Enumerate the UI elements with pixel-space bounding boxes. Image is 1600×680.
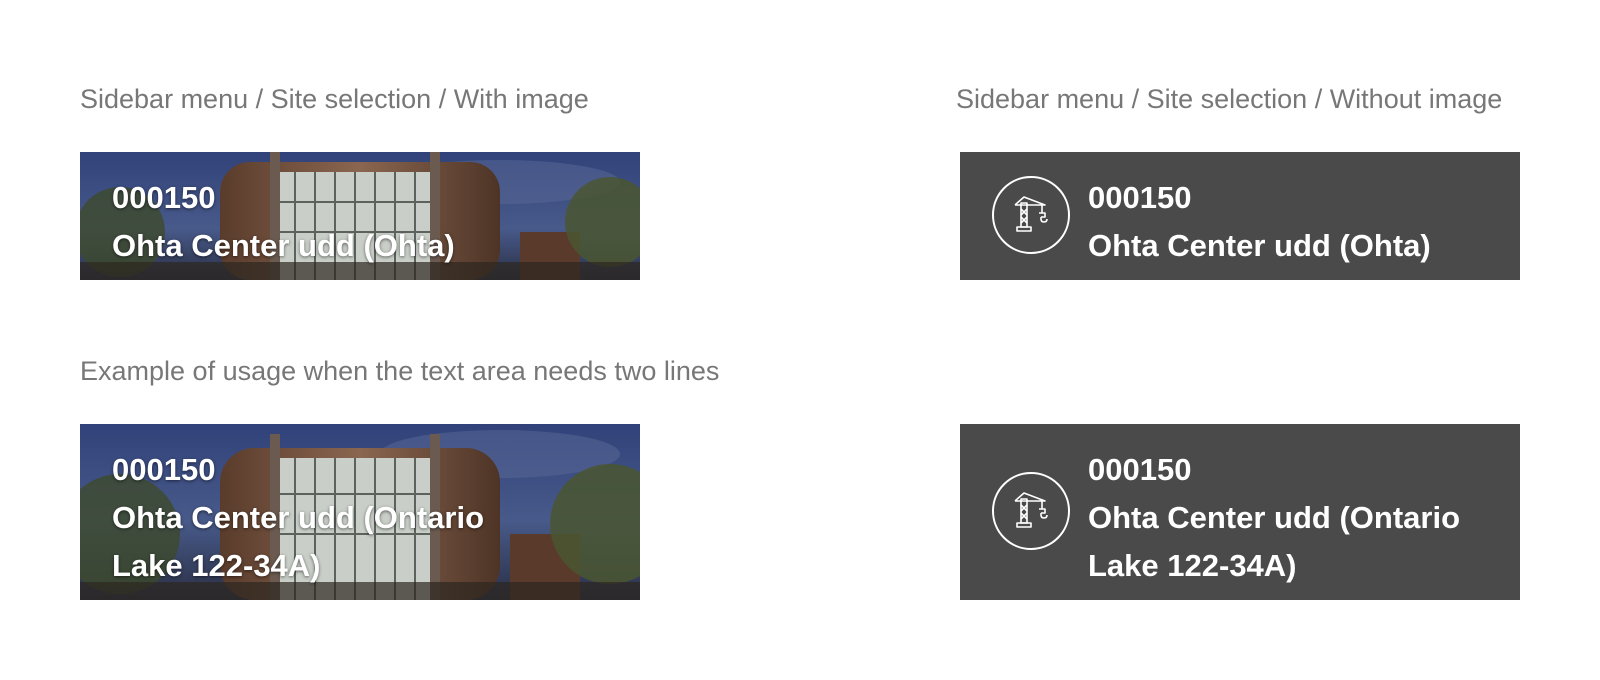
site-card-without-image[interactable]: 000150 Ohta Center udd (Ohta) xyxy=(960,152,1520,280)
site-code: 000150 xyxy=(112,180,216,215)
site-name: Ohta Center udd (Ontario Lake 122-34A) xyxy=(1088,500,1460,583)
site-card-text: 000150 Ohta Center udd (Ohta) xyxy=(112,174,580,270)
site-card-text: 000150 Ohta Center udd (Ontario Lake 122… xyxy=(112,446,560,590)
site-card-text: 000150 Ohta Center udd (Ontario Lake 122… xyxy=(1088,446,1460,590)
crane-icon xyxy=(992,176,1070,254)
site-name: Ohta Center udd (Ontario Lake 122-34A) xyxy=(112,500,484,583)
caption-with-image: Sidebar menu / Site selection / With ima… xyxy=(80,84,589,114)
site-card-with-image-two-lines[interactable]: 000150 Ohta Center udd (Ontario Lake 122… xyxy=(80,424,640,600)
site-name: Ohta Center udd (Ohta) xyxy=(112,228,455,263)
site-code: 000150 xyxy=(1088,452,1192,487)
site-name: Ohta Center udd (Ohta) xyxy=(1088,228,1431,263)
site-card-without-image-two-lines[interactable]: 000150 Ohta Center udd (Ontario Lake 122… xyxy=(960,424,1520,600)
caption-without-image: Sidebar menu / Site selection / Without … xyxy=(956,84,1503,114)
site-code: 000150 xyxy=(1088,180,1192,215)
caption-two-lines: Example of usage when the text area need… xyxy=(80,356,720,386)
site-code: 000150 xyxy=(112,452,216,487)
site-card-text: 000150 Ohta Center udd (Ohta) xyxy=(1088,174,1480,270)
site-card-with-image[interactable]: 000150 Ohta Center udd (Ohta) xyxy=(80,152,640,280)
crane-icon xyxy=(992,472,1070,550)
